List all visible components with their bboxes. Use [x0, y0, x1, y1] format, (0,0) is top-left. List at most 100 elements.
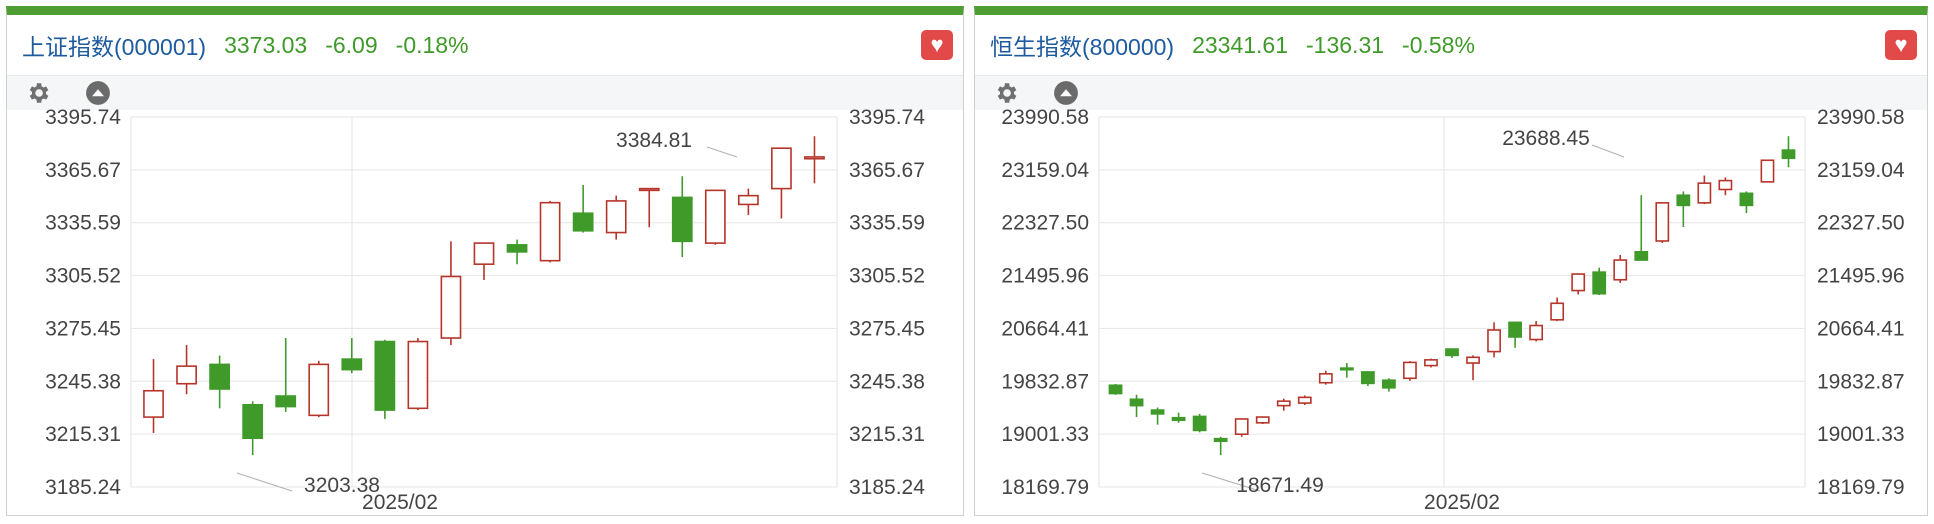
candle — [209, 355, 231, 409]
candle — [308, 360, 330, 418]
candle-body — [506, 244, 528, 253]
candle-body — [1129, 398, 1144, 407]
candle-body — [1466, 356, 1480, 364]
y-tick-label-left: 21495.96 — [1001, 265, 1089, 288]
max-leader-line — [1591, 144, 1625, 158]
candle — [1466, 355, 1480, 381]
candle-body — [308, 363, 330, 417]
chevron-up-circle-icon[interactable] — [85, 80, 111, 106]
candle-body — [1550, 302, 1565, 321]
index-change: -6.09 — [325, 31, 378, 58]
candle-body — [1297, 396, 1312, 404]
panel-header: 恒生指数(800000) 23341.61 -136.31 -0.58% ♥ — [975, 15, 1927, 75]
candle — [1571, 273, 1586, 295]
y-tick-label-left: 3365.67 — [45, 159, 121, 182]
y-tick-label-left: 3275.45 — [45, 317, 121, 340]
candle-body — [1150, 409, 1165, 415]
candle — [771, 147, 792, 219]
max-leader-line — [706, 146, 738, 158]
candle — [407, 338, 429, 411]
candle — [1360, 371, 1375, 386]
candlestick-chart[interactable]: 23990.58 23990.58 23159.04 23159.04 22327.50… — [975, 109, 1927, 514]
candle — [638, 187, 660, 228]
y-tick-label-left: 22327.50 — [1001, 212, 1089, 235]
candle — [143, 359, 164, 433]
y-tick-label-right: 3365.67 — [849, 159, 925, 182]
candle-body — [1339, 367, 1354, 371]
y-tick-label-left: 19832.87 — [1001, 370, 1089, 393]
candle — [804, 136, 825, 184]
candle — [1760, 159, 1775, 183]
candle — [605, 195, 627, 240]
candle-body — [473, 242, 495, 265]
min-price-label: 18671.49 — [1236, 474, 1324, 497]
candle — [275, 338, 297, 412]
heart-icon[interactable]: ♥ — [1885, 30, 1917, 60]
candle-body — [1697, 182, 1712, 204]
candle — [1718, 177, 1733, 196]
candle-body — [1655, 202, 1670, 242]
max-price-label: 23688.45 — [1502, 127, 1590, 150]
y-tick-label-right: 21495.96 — [1817, 265, 1905, 288]
candlestick-svg[interactable]: 23990.58 23990.58 23159.04 23159.04 22327.50… — [975, 109, 1927, 514]
y-tick-label-left: 20664.41 — [1001, 317, 1089, 340]
candle-body — [671, 196, 693, 243]
candle — [1108, 384, 1123, 395]
y-tick-label-right: 20664.41 — [1817, 317, 1905, 340]
candle-body — [1424, 359, 1438, 367]
chart-toolbar — [975, 75, 1927, 110]
index-last-price: 3373.03 — [224, 31, 308, 58]
index-last-price: 23341.61 — [1192, 31, 1289, 58]
candlestick-svg[interactable]: 3395.74 3395.74 3365.67 3365.67 3335.59 3335.… — [7, 109, 963, 514]
candle — [1697, 175, 1712, 205]
index-name[interactable]: 恒生指数(800000) — [990, 28, 1174, 62]
candle — [341, 338, 363, 374]
chart-toolbar — [7, 75, 963, 110]
gear-icon[interactable] — [993, 80, 1019, 106]
candle-body — [1718, 179, 1733, 191]
index-name[interactable]: 上证指数(000001) — [22, 28, 206, 62]
chevron-up-circle-icon[interactable] — [1053, 80, 1079, 106]
candle-body — [1781, 149, 1796, 160]
panel-header: 上证指数(000001) 3373.03 -6.09 -0.18% ♥ — [7, 15, 963, 75]
candle-body — [143, 389, 164, 418]
candle-body — [1108, 384, 1123, 395]
candle-body — [638, 187, 660, 192]
heart-icon[interactable]: ♥ — [921, 30, 953, 60]
max-price-label: 3384.81 — [616, 129, 692, 152]
candle — [572, 185, 594, 233]
candle-body — [539, 201, 561, 262]
candle-body — [176, 365, 197, 385]
candle-body — [804, 156, 825, 160]
y-tick-label-right: 23159.04 — [1817, 159, 1905, 182]
min-leader-line — [236, 472, 293, 492]
index-change-pct: -0.18% — [395, 31, 469, 58]
candle-body — [605, 200, 627, 234]
candle-body — [440, 275, 462, 339]
hangseng-index-panel: 恒生指数(800000) 23341.61 -136.31 -0.58% ♥ 2… — [974, 6, 1928, 516]
x-axis-label: 2025/02 — [1424, 491, 1500, 514]
candle-body — [1403, 361, 1417, 380]
candle — [1613, 254, 1628, 283]
candle-body — [704, 189, 726, 244]
index-change: -136.31 — [1306, 31, 1385, 58]
candle — [671, 176, 693, 258]
candle — [704, 189, 726, 245]
candle-body — [1487, 329, 1501, 353]
candlestick-chart[interactable]: 3395.74 3395.74 3365.67 3365.67 3335.59 3335.… — [7, 109, 963, 514]
candle-body — [1276, 400, 1291, 407]
candle — [1487, 322, 1501, 358]
candle — [737, 188, 759, 215]
candle-body — [1676, 194, 1691, 207]
candle — [1781, 136, 1796, 168]
candle — [1529, 321, 1544, 342]
gear-icon[interactable] — [25, 80, 51, 106]
candle — [1234, 418, 1249, 437]
candle-body — [1529, 324, 1544, 341]
candle-body — [1445, 348, 1459, 357]
candle — [473, 242, 495, 281]
candle-body — [1192, 415, 1207, 432]
plot-frame — [1098, 116, 1806, 488]
candle — [1192, 413, 1207, 433]
candle-body — [341, 358, 363, 371]
